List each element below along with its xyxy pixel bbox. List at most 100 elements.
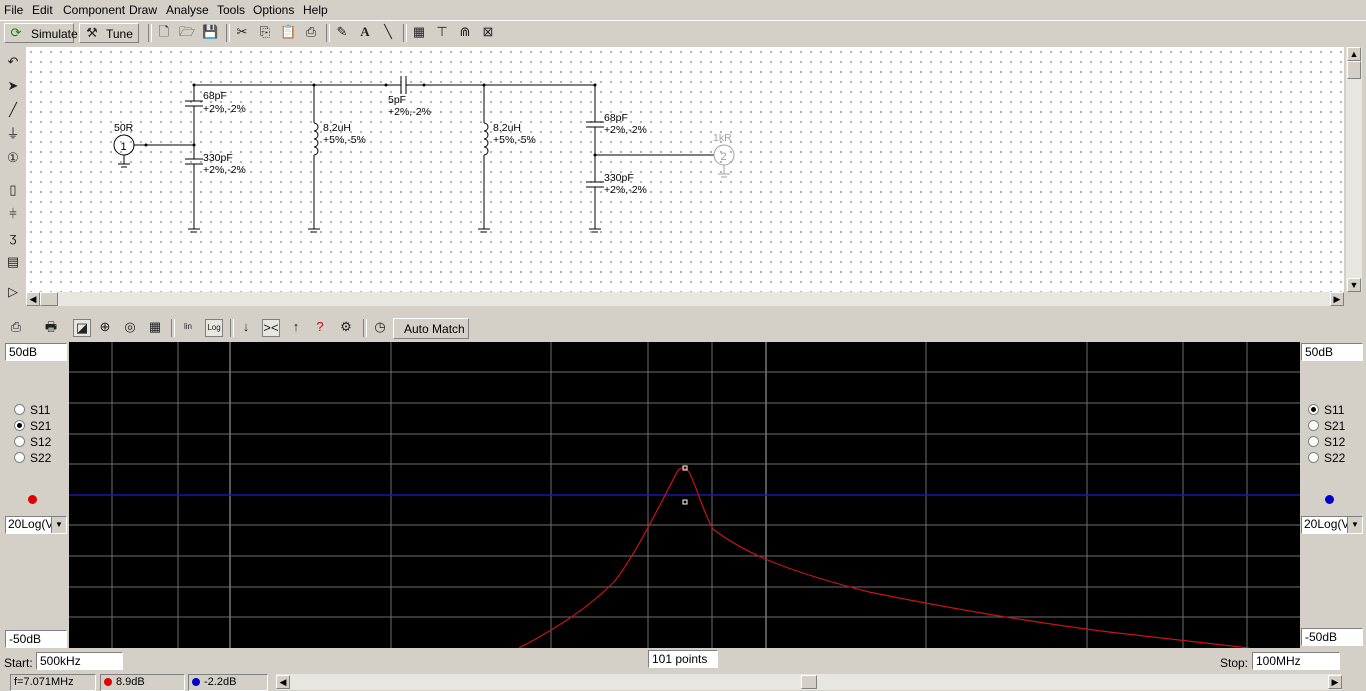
load-number: 2 — [721, 151, 727, 163]
amplifier-icon[interactable]: ▷ — [5, 284, 21, 300]
chevron-down-icon: ▼ — [1347, 517, 1362, 533]
c2-value: 330pF — [203, 152, 233, 164]
print-icon[interactable]: ⎙ — [303, 24, 319, 40]
scroll-left-icon[interactable]: ◀ — [26, 292, 40, 306]
marker-center-icon[interactable]: >< — [262, 319, 280, 337]
schematic-canvas[interactable]: 50R 1 68pF +2%,-2% 330pF +2%,-2% 8.2uH +… — [26, 47, 1344, 292]
coil-icon[interactable]: ⋒ — [457, 24, 473, 40]
impedance-icon[interactable]: ⊠ — [480, 24, 496, 40]
schematic-drawing: 50R 1 68pF +2%,-2% 330pF +2%,-2% 8.2uH +… — [113, 76, 735, 233]
left-radio-s21[interactable]: S21 — [14, 419, 51, 433]
scroll-right-icon[interactable]: ▶ — [1328, 675, 1342, 689]
export-icon[interactable]: ⎙ — [8, 319, 24, 335]
scroll-thumb[interactable] — [1347, 61, 1361, 79]
points-input[interactable]: 101 points — [648, 650, 718, 668]
start-frequency-input[interactable]: 500kHz — [36, 652, 123, 670]
log-scale-icon[interactable]: Log — [205, 319, 223, 337]
rectangular-plot-icon[interactable]: ◪ — [73, 319, 91, 337]
menu-bar: File Edit Component Draw Analyse Tools O… — [0, 0, 1366, 20]
right-trace-color-indicator[interactable] — [1325, 495, 1334, 504]
c4-value: 68pF — [604, 112, 628, 124]
refresh-icon: ⟳ — [10, 25, 22, 40]
menu-help[interactable]: Help — [303, 3, 328, 17]
auto-match-button[interactable]: Auto Match — [393, 318, 469, 339]
settings-icon[interactable]: ⚙ — [338, 319, 354, 335]
transmission-line-tool-icon[interactable]: ▤ — [5, 254, 21, 270]
table-icon[interactable]: ▦ — [147, 319, 163, 335]
port-icon[interactable]: ① — [5, 150, 21, 166]
inductor-icon[interactable]: ʒ — [5, 230, 21, 246]
menu-options[interactable]: Options — [253, 3, 294, 17]
help-marker-icon[interactable]: ? — [312, 319, 328, 335]
left-bottom-limit-input[interactable]: -50dB — [5, 630, 67, 648]
resistor-icon[interactable]: ▯ — [5, 182, 21, 198]
scroll-up-icon[interactable]: ▲ — [1347, 47, 1361, 61]
menu-edit[interactable]: Edit — [32, 3, 53, 17]
polar-plot-icon[interactable]: ⊕ — [97, 319, 113, 335]
print-plot-icon[interactable]: 🖶 — [43, 319, 59, 335]
wire-icon[interactable]: ╱ — [5, 102, 21, 118]
calculator-icon[interactable]: ▦ — [411, 24, 427, 40]
l1-tolerance: +5%,-5% — [323, 134, 366, 146]
status-frequency: f=7.071MHz — [10, 674, 96, 691]
rotate-icon[interactable]: ↶ — [5, 54, 21, 70]
left-radio-s22[interactable]: S22 — [14, 451, 51, 465]
source-number: 1 — [121, 141, 127, 153]
lin-scale-icon[interactable]: lin — [180, 319, 196, 335]
right-radio-s12[interactable]: S12 — [1308, 435, 1345, 449]
simulate-button[interactable]: ⟳ Simulate — [4, 23, 78, 43]
marker-down-icon[interactable]: ↓ — [238, 319, 254, 335]
c2-tolerance: +2%,-2% — [203, 164, 246, 176]
status-red-marker: 8.9dB — [100, 674, 185, 691]
start-label: Start: — [4, 656, 33, 670]
text-tool-icon[interactable]: A — [357, 24, 373, 40]
menu-draw[interactable]: Draw — [129, 3, 157, 17]
menu-component[interactable]: Component — [63, 3, 125, 17]
left-trace-color-indicator[interactable] — [28, 495, 37, 504]
marker-up-icon[interactable]: ↑ — [288, 319, 304, 335]
smith-chart-icon[interactable]: ◎ — [122, 319, 138, 335]
line-tool-icon[interactable]: ╲ — [380, 24, 396, 40]
select-pointer-icon[interactable]: ➤ — [5, 78, 21, 94]
hscroll-thumb[interactable] — [40, 292, 58, 306]
menu-tools[interactable]: Tools — [217, 3, 245, 17]
main-toolbar: ⟳ Simulate ⚒ Tune 🗋 🗁 💾 ✂ ⎘ 📋 ⎙ ✎ A ╲ ▦ … — [0, 20, 1366, 47]
left-top-limit-input[interactable]: 50dB — [5, 343, 67, 361]
clock-icon[interactable]: ◷ — [372, 319, 388, 335]
schematic-horizontal-scrollbar[interactable]: ◀ ▶ — [26, 292, 1344, 306]
frequency-scroll-thumb[interactable] — [801, 675, 817, 689]
menu-file[interactable]: File — [4, 3, 23, 17]
response-plot[interactable] — [69, 342, 1300, 648]
left-radio-s11[interactable]: S11 — [14, 403, 50, 417]
menu-analyse[interactable]: Analyse — [166, 3, 209, 17]
new-file-icon[interactable]: 🗋 — [156, 24, 172, 40]
open-folder-icon[interactable]: 🗁 — [179, 24, 195, 40]
right-scale-select[interactable]: 20Log(V) ▼ — [1301, 516, 1363, 534]
frequency-scrollbar[interactable]: ◀ ▶ — [276, 674, 1342, 690]
stop-label: Stop: — [1220, 656, 1249, 670]
capacitor-icon[interactable]: ⫩ — [5, 206, 21, 222]
l2-value: 8.2uH — [493, 122, 521, 134]
left-radio-s12[interactable]: S12 — [14, 435, 51, 449]
paste-icon[interactable]: 📋 — [280, 24, 296, 40]
cut-icon[interactable]: ✂ — [234, 24, 250, 40]
tune-button[interactable]: ⚒ Tune — [79, 23, 139, 43]
transmission-line-icon[interactable]: ⊤ — [434, 24, 450, 40]
probe-icon[interactable]: ✎ — [334, 24, 350, 40]
scroll-left-icon[interactable]: ◀ — [276, 675, 290, 689]
left-scale-select[interactable]: 20Log(V) ▼ — [5, 516, 67, 534]
save-icon[interactable]: 💾 — [202, 24, 218, 40]
right-bottom-limit-input[interactable]: -50dB — [1301, 628, 1363, 646]
copy-icon[interactable]: ⎘ — [257, 24, 273, 40]
ground-icon[interactable]: ⏚ — [5, 126, 21, 142]
blue-marker-icon — [192, 678, 200, 686]
right-radio-s22[interactable]: S22 — [1308, 451, 1345, 465]
schematic-vertical-scrollbar[interactable]: ▲ ▼ — [1346, 47, 1362, 292]
tune-icon: ⚒ — [86, 25, 98, 40]
scroll-right-icon[interactable]: ▶ — [1330, 292, 1344, 306]
scroll-down-icon[interactable]: ▼ — [1347, 278, 1361, 292]
stop-frequency-input[interactable]: 100MHz — [1252, 652, 1340, 670]
right-radio-s21[interactable]: S21 — [1308, 419, 1345, 433]
right-radio-s11[interactable]: S11 — [1308, 403, 1344, 417]
right-top-limit-input[interactable]: 50dB — [1301, 343, 1363, 361]
